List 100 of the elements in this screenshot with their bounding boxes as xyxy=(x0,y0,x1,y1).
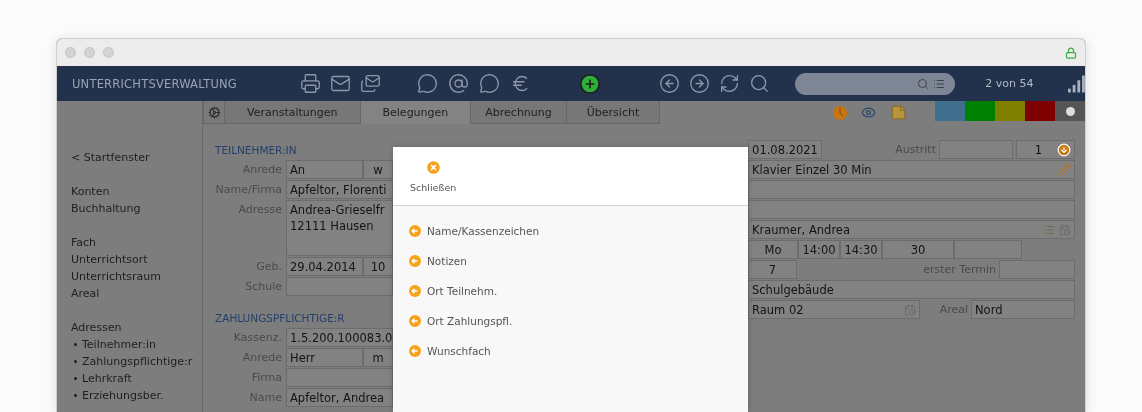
close-button[interactable]: Schließen xyxy=(410,159,457,193)
arrow-right-icon[interactable] xyxy=(689,73,711,94)
lock-icon xyxy=(1065,46,1077,59)
text-field[interactable]: Klavier Einzel 30 Min xyxy=(748,160,1075,179)
text-field[interactable] xyxy=(286,277,393,296)
sidebar-item[interactable]: Lehrkraft xyxy=(82,370,132,387)
text-field[interactable]: An xyxy=(286,160,363,179)
clock-icon[interactable] xyxy=(833,105,847,120)
speech-bubble-icon[interactable] xyxy=(479,73,501,94)
search-icon xyxy=(917,77,930,90)
menu-item[interactable]: Ort Zahlungspfl. xyxy=(409,306,748,336)
text-field[interactable] xyxy=(286,368,393,387)
text-field[interactable] xyxy=(748,200,1075,219)
text-field[interactable]: 14:30 xyxy=(840,240,882,259)
text-field[interactable]: 29.04.2014 xyxy=(286,257,363,276)
sidebar-item[interactable]: Teilnehmer:in xyxy=(82,336,156,353)
text-field[interactable]: Kraumer, Andrea xyxy=(748,220,1075,239)
text-field[interactable]: 7 xyxy=(748,260,797,279)
calendar-icon[interactable] xyxy=(904,303,916,316)
bullet-icon xyxy=(74,394,77,397)
menu-item-label: Ort Zahlungspfl. xyxy=(427,315,513,327)
sidebar-item[interactable]: Buchhaltung xyxy=(71,200,141,217)
window-control[interactable] xyxy=(84,47,95,58)
date-field[interactable]: 01.08.2021 xyxy=(748,140,822,159)
sidebar-item[interactable]: Areal xyxy=(71,285,100,302)
list-icon[interactable] xyxy=(1043,223,1055,236)
text-field[interactable]: w xyxy=(363,160,393,179)
bullet-icon xyxy=(74,377,77,380)
sidebar-item[interactable]: Zahlungspflichtige:r xyxy=(82,353,193,370)
menu-item-label: Notizen xyxy=(427,255,467,267)
mails-icon[interactable] xyxy=(360,73,382,94)
menu-item[interactable]: Name/Kassenzeichen xyxy=(409,216,748,246)
printer-icon[interactable] xyxy=(300,73,322,94)
close-icon xyxy=(424,159,442,176)
app-title: UNTERRICHTSVERWALTUNG xyxy=(72,76,238,91)
eye-icon[interactable] xyxy=(861,105,876,120)
text-field[interactable]: Mo xyxy=(748,240,798,259)
settings-icon xyxy=(207,105,221,119)
text-field[interactable]: 14:00 xyxy=(798,240,840,259)
menu-item-label: Wunschfach xyxy=(427,345,491,357)
arrow-left-icon xyxy=(409,345,421,357)
back-link[interactable]: < Startfenster xyxy=(71,149,150,166)
section-heading: ZAHLUNGSPFLICHTIGE:R xyxy=(215,310,346,326)
arrow-left-icon xyxy=(409,225,421,237)
section-heading: TEILNEHMER:IN xyxy=(215,142,298,158)
at-sign-icon[interactable] xyxy=(448,73,470,94)
tab[interactable]: Übersicht xyxy=(566,101,661,124)
settings-tab[interactable] xyxy=(203,101,225,124)
sidebar-item[interactable]: Unterrichtsraum xyxy=(71,268,162,285)
pencil-icon[interactable] xyxy=(1058,163,1071,176)
text-field[interactable]: m xyxy=(363,348,393,367)
bullet-icon xyxy=(74,360,77,363)
bullet-icon xyxy=(74,343,77,346)
search-field[interactable] xyxy=(795,72,956,95)
sidebar-heading: Adressen xyxy=(71,320,122,336)
search-icon[interactable] xyxy=(749,73,771,94)
quantity-field[interactable]: 1 xyxy=(1016,140,1075,159)
text-field[interactable]: 1.5.200.100083.0 xyxy=(286,328,393,347)
window-control[interactable] xyxy=(65,47,76,58)
text-field[interactable]: Nord xyxy=(971,300,1075,319)
list-icon[interactable] xyxy=(933,77,946,90)
color-filter[interactable] xyxy=(995,101,1025,121)
menu-item[interactable]: Ort Teilnehm. xyxy=(409,276,748,306)
dot-icon xyxy=(1065,106,1075,116)
record-counter: 2 von 54 xyxy=(985,77,1035,90)
note-icon[interactable] xyxy=(890,104,907,121)
color-filter[interactable] xyxy=(935,101,965,121)
text-field[interactable]: Apfeltor, Andrea xyxy=(286,388,393,407)
color-filter[interactable] xyxy=(1025,101,1055,121)
speech-bubble-icon[interactable] xyxy=(417,73,439,94)
text-field[interactable]: Raum 02 xyxy=(748,300,920,319)
tab[interactable]: Abrechnung xyxy=(471,101,567,124)
text-field[interactable] xyxy=(748,180,1075,199)
window-control[interactable] xyxy=(103,47,114,58)
color-filter[interactable] xyxy=(1055,101,1085,121)
menu-item-label: Ort Teilnehm. xyxy=(427,285,498,297)
arrow-left-icon[interactable] xyxy=(659,73,681,94)
color-filter[interactable] xyxy=(965,101,995,121)
mail-icon[interactable] xyxy=(330,73,352,94)
menu-item[interactable]: Notizen xyxy=(409,246,748,276)
sidebar-item[interactable]: Fach xyxy=(71,234,97,251)
refresh-icon[interactable] xyxy=(719,73,741,94)
arrow-left-icon xyxy=(409,255,421,267)
menu-item[interactable]: Wunschfach xyxy=(409,336,748,366)
sidebar-item[interactable]: Unterrichtsort xyxy=(71,251,148,268)
calendar-icon[interactable] xyxy=(1059,223,1071,236)
arrow-left-icon xyxy=(409,285,421,297)
tab[interactable]: Veranstaltungen xyxy=(225,101,361,124)
text-field[interactable]: Schulgebäude xyxy=(748,280,1075,299)
add-icon[interactable] xyxy=(579,72,602,95)
text-field[interactable]: 10 xyxy=(363,257,393,276)
arrow-down-icon[interactable] xyxy=(1057,142,1071,157)
address-field[interactable]: Andrea-Grieselfr 12111 Hausen xyxy=(286,200,393,256)
sidebar-item[interactable]: Konten xyxy=(71,183,110,200)
sidebar-item[interactable]: Erziehungsber. xyxy=(82,387,164,404)
tab[interactable]: Belegungen xyxy=(360,101,472,124)
text-field[interactable]: 30 xyxy=(882,240,954,259)
text-field[interactable]: Herr xyxy=(286,348,363,367)
menu-item-label: Name/Kassenzeichen xyxy=(427,225,540,237)
text-field[interactable]: Apfeltor, Florenti xyxy=(286,180,393,199)
